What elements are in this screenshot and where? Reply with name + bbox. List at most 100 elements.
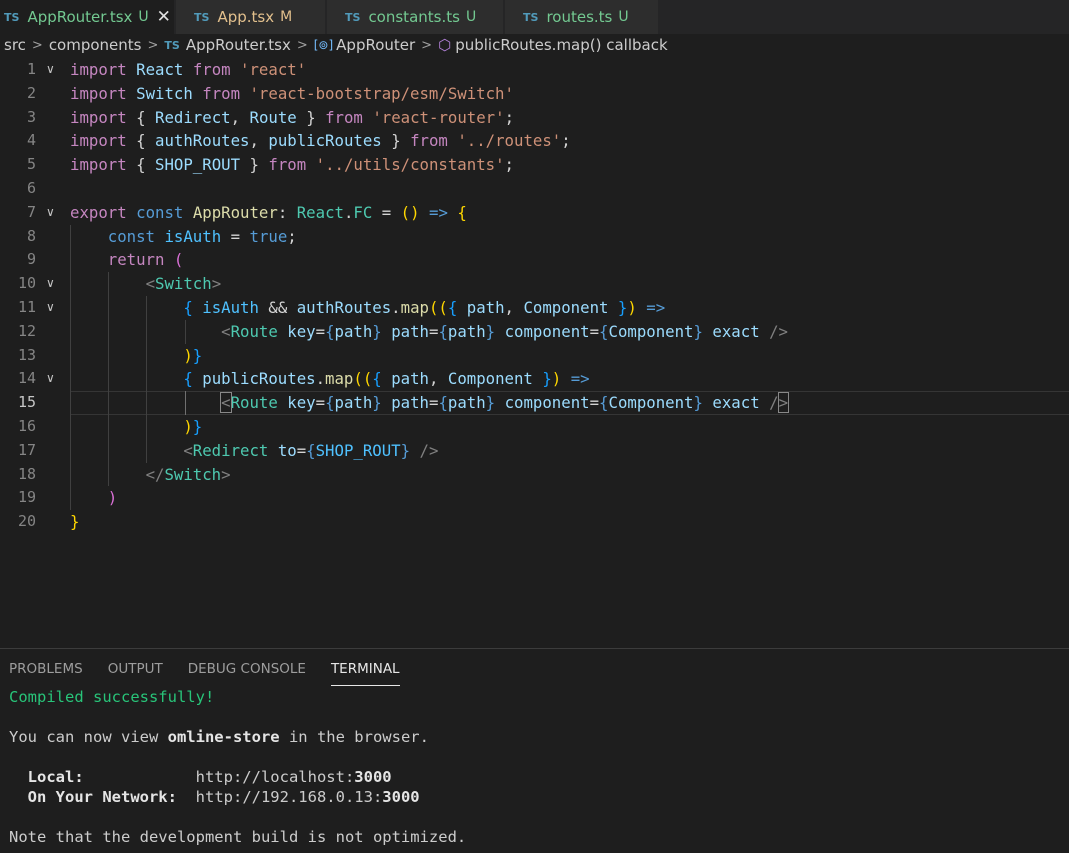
- code-token: exact: [712, 321, 760, 341]
- code-token: path: [334, 393, 373, 413]
- code-token: React: [136, 60, 184, 79]
- code-line: 18 </Switch>: [0, 462, 1069, 487]
- line-number: 6: [26, 179, 36, 197]
- code-token: Route: [249, 107, 297, 127]
- tab-output[interactable]: OUTPUT: [108, 661, 163, 686]
- code-token: from: [268, 155, 307, 175]
- tab-status: U: [138, 9, 149, 25]
- editor-tab-bar: TS AppRouter.tsx U ✕ TS App.tsx M TS con…: [0, 0, 1069, 34]
- terminal-local-label: Local:: [9, 768, 84, 786]
- typescript-icon: TS: [523, 10, 539, 24]
- code-token: 'react': [240, 60, 307, 79]
- code-line: 17 <Redirect to={SHOP_ROUT} />: [0, 438, 1069, 463]
- tab-constants[interactable]: TS constants.ts U: [327, 0, 503, 34]
- code-line: 1 ∨ import React from 'react': [0, 58, 1069, 82]
- terminal-text: You can now view: [9, 728, 168, 746]
- code-token: isAuth: [202, 298, 259, 317]
- line-number: 17: [17, 440, 36, 459]
- typescript-icon: TS: [4, 10, 20, 24]
- code-token: const: [136, 202, 184, 222]
- tab-approuter[interactable]: TS AppRouter.tsx U ✕: [0, 0, 174, 34]
- fold-chevron-icon[interactable]: ∨: [46, 296, 55, 320]
- line-number: 18: [17, 464, 36, 483]
- code-token: from: [202, 83, 241, 103]
- code-token: authRoutes: [155, 131, 250, 151]
- tab-status: U: [618, 9, 629, 25]
- breadcrumb-callback[interactable]: publicRoutes.map() callback: [455, 36, 667, 54]
- panel-tabs: PROBLEMS OUTPUT DEBUG CONSOLE TERMINAL: [9, 661, 425, 686]
- code-line: 9 return (: [0, 248, 1069, 273]
- current-code-line: 15 <Route key={path} path={path} compone…: [0, 391, 1069, 415]
- code-token: component: [504, 321, 590, 341]
- line-number: 11: [17, 298, 36, 316]
- code-token: Redirect: [192, 440, 269, 460]
- code-line: 5 import { SHOP_ROUT } from '../utils/co…: [0, 153, 1069, 177]
- code-token: authRoutes: [296, 298, 392, 317]
- code-line: 8 const isAuth = true;: [0, 224, 1069, 249]
- fold-chevron-icon[interactable]: ∨: [46, 272, 55, 296]
- line-number: 7: [26, 202, 36, 221]
- code-token: const: [107, 226, 156, 246]
- terminal-compiled-message: Compiled successfully!: [9, 688, 215, 706]
- code-token: import: [70, 155, 127, 175]
- tab-status: M: [280, 9, 293, 25]
- code-line: 13 )}: [0, 343, 1069, 368]
- typescript-icon: TS: [194, 10, 210, 24]
- close-icon[interactable]: ✕: [157, 7, 171, 27]
- code-token: key: [287, 321, 316, 341]
- line-number: 15: [17, 393, 36, 412]
- tab-app[interactable]: TS App.tsx M: [176, 0, 325, 34]
- code-token: Switch: [136, 83, 193, 103]
- bottom-panel: PROBLEMS OUTPUT DEBUG CONSOLE TERMINAL C…: [0, 648, 1069, 853]
- code-token: SHOP_ROUT: [315, 440, 401, 460]
- breadcrumb-symbol[interactable]: AppRouter: [336, 36, 415, 54]
- tab-terminal[interactable]: TERMINAL: [330, 661, 400, 686]
- terminal-network-label: On Your Network:: [9, 788, 177, 806]
- breadcrumb-components[interactable]: components: [49, 36, 142, 54]
- line-number: 10: [17, 274, 36, 293]
- code-token: SHOP_ROUT: [155, 155, 241, 175]
- code-token: Route: [230, 393, 278, 413]
- code-line: 19 ): [0, 486, 1069, 511]
- terminal-output[interactable]: Compiled successfully! You can now view …: [9, 687, 466, 847]
- code-token: path: [391, 321, 429, 341]
- code-line: 4 import { authRoutes, publicRoutes } fr…: [0, 129, 1069, 153]
- line-number: 3: [26, 107, 36, 126]
- variable-symbol-icon: [⊚]: [313, 38, 334, 52]
- terminal-local-port: 3000: [354, 768, 392, 786]
- line-number: 8: [26, 226, 36, 245]
- fold-chevron-icon[interactable]: ∨: [46, 367, 55, 391]
- code-token: import: [70, 60, 127, 79]
- tab-problems[interactable]: PROBLEMS: [9, 661, 83, 686]
- code-token: from: [192, 60, 231, 79]
- code-token: publicRoutes: [202, 369, 316, 389]
- line-number: 16: [17, 417, 36, 435]
- chevron-right-icon: >: [421, 37, 433, 53]
- terminal-local-url[interactable]: http://localhost:: [196, 768, 355, 786]
- breadcrumb-src[interactable]: src: [4, 36, 26, 54]
- line-number: 20: [17, 512, 36, 531]
- code-token: path: [447, 321, 486, 341]
- line-number: 4: [26, 131, 36, 150]
- code-token: component: [504, 393, 590, 413]
- fold-chevron-icon[interactable]: ∨: [46, 201, 55, 225]
- terminal-network-url[interactable]: http://192.168.0.13:: [196, 788, 383, 806]
- code-token: FC: [353, 202, 373, 222]
- code-line: 16 )}: [0, 415, 1069, 439]
- code-token: Component: [523, 298, 609, 317]
- typescript-icon: TS: [164, 38, 180, 52]
- code-token: Route: [230, 321, 278, 341]
- code-token: path: [447, 393, 486, 413]
- tab-status: U: [465, 9, 477, 25]
- tab-label: constants.ts: [368, 8, 460, 26]
- tab-routes[interactable]: TS routes.ts U: [505, 0, 658, 34]
- fold-chevron-icon[interactable]: ∨: [46, 58, 55, 82]
- breadcrumb-file[interactable]: AppRouter.tsx: [186, 36, 291, 54]
- code-editor[interactable]: 1 ∨ import React from 'react' 2 import S…: [0, 58, 1069, 548]
- chevron-right-icon: >: [296, 37, 308, 53]
- code-line: 7 ∨ export const AppRouter: React.FC = (…: [0, 201, 1069, 225]
- code-token: '../routes': [457, 131, 562, 151]
- line-number: 2: [26, 83, 36, 102]
- code-token: AppRouter: [192, 202, 278, 222]
- tab-debug-console[interactable]: DEBUG CONSOLE: [188, 661, 306, 686]
